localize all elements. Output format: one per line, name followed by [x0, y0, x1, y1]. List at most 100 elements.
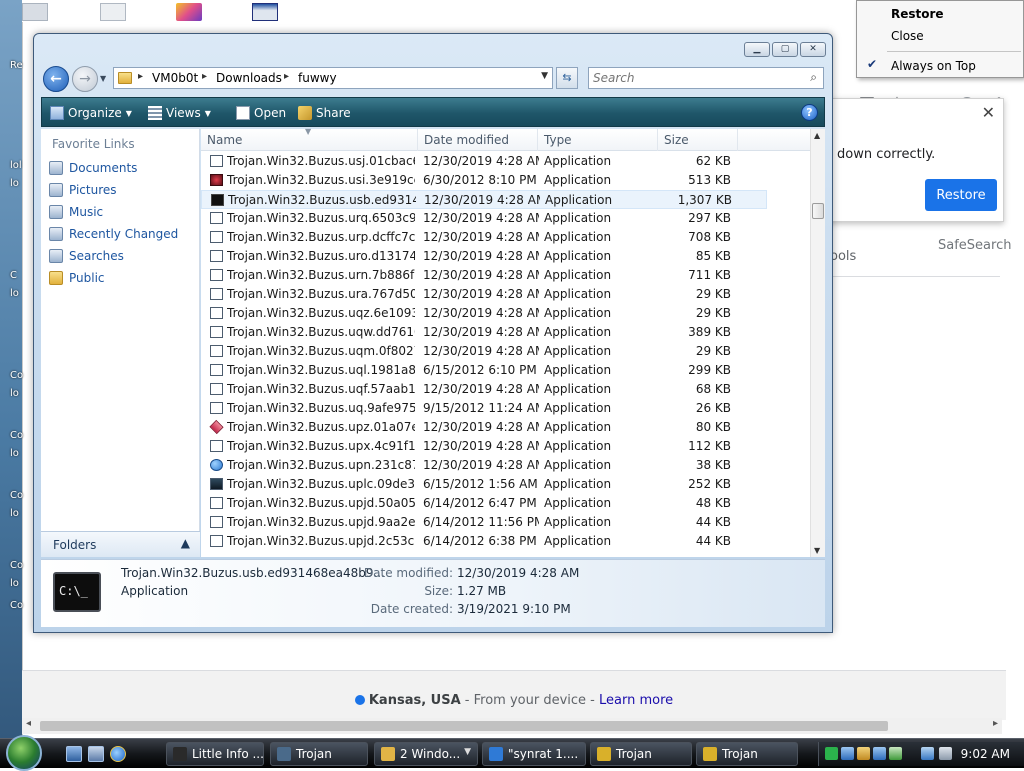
sidebar-item-recently-changed[interactable]: Recently Changed [49, 225, 178, 243]
desktop-icon-label: Co [10, 430, 24, 441]
breadcrumb-separator-icon[interactable]: ▸ [138, 71, 143, 82]
table-row[interactable]: Trojan.Win32.Buzus.usj.01cbac6c... 12/30/… [201, 152, 767, 171]
file-date-modified: 12/30/2019 4:28 AM [423, 420, 539, 434]
file-type: Application [544, 439, 612, 453]
taskbar-button[interactable]: 2 Windo... ▼ [374, 742, 478, 766]
forward-arrow-icon[interactable]: → [72, 66, 98, 92]
breadcrumb-separator-icon[interactable]: ▸ [284, 71, 289, 82]
restore-button[interactable]: Restore [925, 179, 997, 211]
table-row[interactable]: Trojan.Win32.Buzus.upz.01a07e5c... 12/30/… [201, 418, 767, 437]
switch-windows-icon[interactable] [88, 746, 104, 762]
menu-item-restore[interactable]: Restore [891, 7, 944, 21]
sidebar-item-searches[interactable]: Searches [49, 247, 124, 265]
column-header-date-modified[interactable]: Date modified [418, 129, 538, 151]
chevron-down-icon[interactable]: ▼ [100, 74, 106, 83]
table-row[interactable]: Trojan.Win32.Buzus.uqm.0f80275... 12/30/2… [201, 342, 767, 361]
close-icon[interactable]: ✕ [982, 103, 995, 122]
close-button[interactable]: ✕ [800, 42, 826, 57]
menu-item-close[interactable]: Close [891, 29, 924, 43]
sidebar-item-pictures[interactable]: Pictures [49, 181, 117, 199]
back-arrow-icon[interactable]: ← [43, 66, 69, 92]
tray-icon[interactable] [825, 747, 838, 760]
table-row[interactable]: Trojan.Win32.Buzus.uro.d131746d... 12/30/… [201, 247, 767, 266]
horizontal-scrollbar[interactable]: ◂ ▸ [22, 718, 1002, 734]
safesearch-label[interactable]: SafeSearch [938, 238, 1011, 253]
breadcrumb-separator-icon[interactable]: ▸ [202, 71, 207, 82]
chevron-down-icon[interactable]: ▼ [541, 71, 548, 81]
learn-more-link[interactable]: Learn more [599, 693, 673, 708]
table-row[interactable]: Trojan.Win32.Buzus.urp.dcffc7c7... 12/30/… [201, 228, 767, 247]
tools-label[interactable]: ools [830, 249, 856, 264]
desktop-icon[interactable] [22, 3, 48, 21]
file-date-modified: 6/30/2012 8:10 PM [423, 173, 537, 187]
vertical-scrollbar[interactable]: ▲ ▼ [810, 129, 825, 557]
search-input[interactable] [593, 70, 793, 86]
table-row[interactable]: Trojan.Win32.Buzus.urq.6503c96b... 12/30/… [201, 209, 767, 228]
folders-toggle[interactable]: Folders ▲ [41, 531, 200, 557]
desktop-icon[interactable] [176, 3, 202, 21]
breadcrumb-item[interactable]: Downloads [216, 71, 282, 85]
column-header-type[interactable]: Type [538, 129, 658, 151]
minimize-button[interactable]: ▁ [744, 42, 770, 57]
table-row[interactable]: Trojan.Win32.Buzus.upx.4c91f14d... 12/30/… [201, 437, 767, 456]
taskbar-button[interactable]: Trojan [270, 742, 368, 766]
file-type: Application [544, 420, 612, 434]
tray-icon[interactable] [889, 747, 902, 760]
file-date-modified: 12/30/2019 4:28 AM [423, 249, 539, 263]
table-row[interactable]: Trojan.Win32.Buzus.urn.7b886f78... 12/30/… [201, 266, 767, 285]
table-row[interactable]: Trojan.Win32.Buzus.uqf.57aab119... 12/30/… [201, 380, 767, 399]
table-row[interactable]: Trojan.Win32.Buzus.upjd.9aa2ea0... 6/14/2… [201, 513, 767, 532]
sidebar-item-public[interactable]: Public [49, 269, 105, 287]
table-row[interactable]: Trojan.Win32.Buzus.upjd.50a05c8... 6/14/2… [201, 494, 767, 513]
scroll-down-icon[interactable]: ▼ [814, 546, 820, 555]
help-icon[interactable]: ? [801, 104, 818, 121]
search-icon[interactable]: ⌕ [810, 70, 817, 85]
tray-icon[interactable] [873, 747, 886, 760]
start-button[interactable] [6, 735, 42, 771]
organize-button[interactable]: Organize ▼ [50, 104, 132, 122]
address-bar[interactable]: ▸ VM0b0t ▸ Downloads ▸ fuwwy ▼ [113, 67, 553, 89]
tray-icon[interactable] [841, 747, 854, 760]
desktop-icon[interactable] [252, 3, 278, 21]
breadcrumb-item[interactable]: fuwwy [298, 71, 337, 85]
table-row[interactable]: Trojan.Win32.Buzus.upn.231c87f3... 12/30/… [201, 456, 767, 475]
taskbar-button[interactable]: Little Info ... [166, 742, 264, 766]
table-row[interactable]: Trojan.Win32.Buzus.uqz.6e1093c8... 12/30/… [201, 304, 767, 323]
table-row[interactable]: Trojan.Win32.Buzus.upjd.2c53ca4... 6/14/2… [201, 532, 767, 551]
network-icon[interactable] [921, 747, 934, 760]
views-button[interactable]: Views ▼ [148, 104, 211, 122]
taskbar-button-label: Trojan [296, 747, 332, 761]
table-row[interactable]: Trojan.Win32.Buzus.uql.1981a87a... 6/15/2… [201, 361, 767, 380]
internet-explorer-icon[interactable] [110, 746, 126, 762]
table-row[interactable]: Trojan.Win32.Buzus.uplc.09de31b... 6/15/2… [201, 475, 767, 494]
search-box[interactable]: ⌕ [588, 67, 824, 89]
scroll-left-icon[interactable]: ◂ [26, 718, 31, 729]
table-row[interactable]: Trojan.Win32.Buzus.uqw.dd76102... 12/30/2… [201, 323, 767, 342]
share-button[interactable]: Share [298, 104, 351, 122]
open-button[interactable]: Open [236, 104, 286, 122]
taskbar-button[interactable]: Trojan [696, 742, 798, 766]
column-header-size[interactable]: Size [658, 129, 738, 151]
refresh-icon[interactable]: ⇆ [556, 67, 578, 89]
scroll-right-icon[interactable]: ▸ [993, 718, 998, 729]
scrollbar-thumb[interactable] [40, 721, 888, 731]
breadcrumb-item[interactable]: VM0b0t [152, 71, 198, 85]
table-row[interactable]: Trojan.Win32.Buzus.usi.3e919ccc... 6/30/2… [201, 171, 767, 190]
table-row[interactable]: Trojan.Win32.Buzus.ura.767d50dd... 12/30/… [201, 285, 767, 304]
show-desktop-icon[interactable] [66, 746, 82, 762]
volume-icon[interactable] [939, 747, 952, 760]
scrollbar-thumb[interactable] [812, 203, 824, 219]
table-row[interactable]: Trojan.Win32.Buzus.uq.9afe9751c... 9/15/2… [201, 399, 767, 418]
sidebar-item-documents[interactable]: Documents [49, 159, 137, 177]
table-row[interactable]: Trojan.Win32.Buzus.usb.ed931468... 12/30/… [201, 190, 767, 209]
menu-item-always-on-top[interactable]: Always on Top [891, 59, 976, 73]
desktop-icon[interactable] [100, 3, 126, 21]
clock[interactable]: 9:02 AM [961, 747, 1010, 761]
pictures-icon [49, 183, 63, 197]
taskbar-button[interactable]: "synrat 1.... [482, 742, 586, 766]
taskbar-button[interactable]: Trojan [590, 742, 692, 766]
maximize-button[interactable]: ▢ [772, 42, 798, 57]
sidebar-item-music[interactable]: Music [49, 203, 103, 221]
scroll-up-icon[interactable]: ▲ [814, 131, 820, 140]
tray-icon[interactable] [857, 747, 870, 760]
